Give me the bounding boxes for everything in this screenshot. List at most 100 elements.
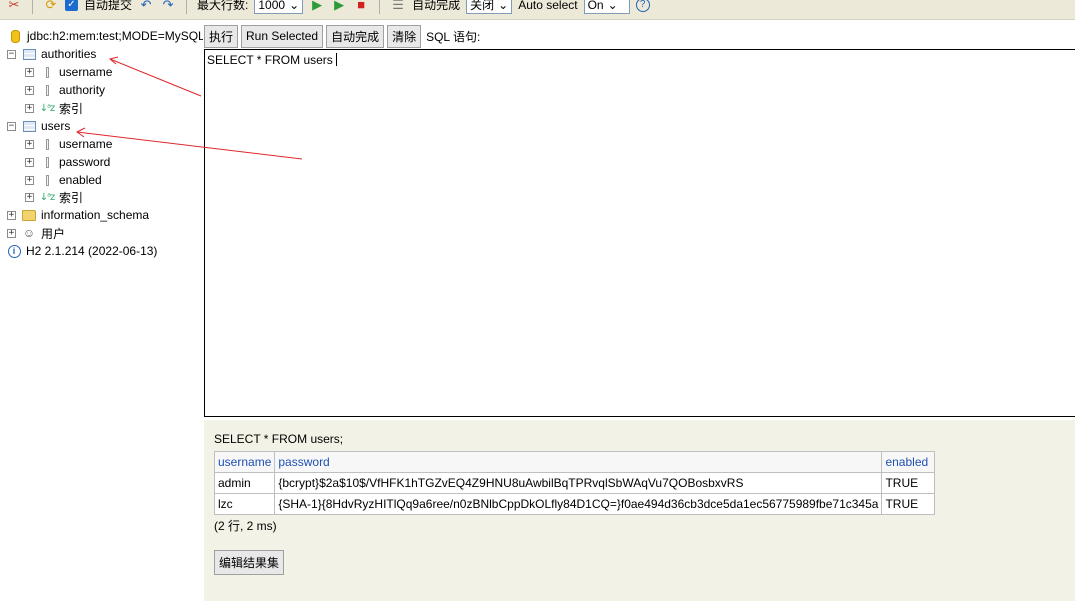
table-name: users	[41, 119, 71, 133]
expand-icon[interactable]: +	[25, 175, 34, 185]
schema-tree: jdbc:h2:mem:test;MODE=MySQL − authoritie…	[0, 20, 203, 601]
text-caret	[335, 53, 337, 66]
refresh-icon[interactable]: ⟳	[43, 0, 59, 13]
collapse-icon[interactable]: −	[7, 49, 16, 59]
column-name: enabled	[59, 173, 102, 187]
run-selected-button[interactable]: Run Selected	[241, 24, 324, 48]
results-panel: SELECT * FROM users; username password e…	[204, 420, 1075, 601]
run-icon[interactable]: ▶	[309, 0, 325, 13]
expand-icon[interactable]: +	[7, 228, 16, 238]
chevron-down-icon: ⌄	[289, 0, 300, 12]
index-label: 索引	[59, 101, 84, 116]
index-label: 索引	[59, 190, 84, 205]
chevron-down-icon: ⌄	[607, 0, 618, 12]
expand-icon[interactable]: +	[25, 67, 34, 77]
column-icon	[40, 173, 54, 187]
expand-icon[interactable]: +	[25, 192, 34, 202]
toolbar: ✂ ⟳ ✓ 自动提交 ↶ ↷ 最大行数: 1000 ⌄ ▶ ▶ ■ ☰ 自动完成 …	[0, 0, 1075, 20]
autocomplete-toolbar-label: 自动完成	[412, 0, 461, 12]
result-table: username password enabled admin {bcrypt}…	[213, 451, 936, 515]
table-cell: TRUE	[881, 493, 936, 515]
column-header[interactable]: password	[274, 451, 883, 473]
chevron-down-icon: ⌄	[498, 0, 509, 12]
tree-column[interactable]: + username	[25, 63, 112, 81]
expand-icon[interactable]: +	[25, 157, 34, 167]
maxrows-select[interactable]: 1000 ⌄	[254, 0, 304, 14]
autocomplete-value: 关闭	[470, 0, 495, 12]
autocommit-label: 自动提交	[84, 0, 133, 12]
table-cell: TRUE	[881, 472, 936, 494]
users-node-label: 用户	[41, 226, 66, 241]
autoselect-select[interactable]: On ⌄	[583, 0, 630, 14]
tree-column[interactable]: + authority	[25, 81, 105, 99]
tree-table-authorities[interactable]: − authorities	[7, 45, 96, 63]
sql-label: SQL 语句:	[426, 29, 481, 44]
schema-name: information_schema	[41, 208, 150, 222]
tree-users-node[interactable]: + ☺ 用户	[7, 224, 65, 242]
index-icon: ↓ᵃz	[39, 191, 56, 203]
table-name: authorities	[41, 47, 97, 61]
tree-column[interactable]: + username	[25, 135, 112, 153]
table-icon	[22, 47, 36, 61]
column-icon	[40, 155, 54, 169]
users-icon: ☺	[22, 226, 36, 240]
expand-icon[interactable]: +	[7, 210, 16, 220]
autocomplete-select[interactable]: 关闭 ⌄	[466, 0, 513, 14]
tree-connection[interactable]: jdbc:h2:mem:test;MODE=MySQL	[8, 27, 203, 45]
maxrows-value: 1000	[258, 0, 286, 12]
column-icon	[40, 65, 54, 79]
column-header[interactable]: enabled	[881, 451, 936, 473]
column-icon	[40, 137, 54, 151]
toolbar-separator	[379, 0, 381, 14]
index-icon: ↓ᵃz	[39, 102, 56, 114]
column-name: authority	[59, 83, 106, 97]
toolbar-separator	[32, 0, 33, 14]
sql-editor[interactable]: SELECT * FROM users	[204, 49, 1075, 417]
rollback-icon[interactable]: ↶	[138, 0, 154, 13]
folder-icon	[22, 208, 36, 222]
history-icon[interactable]: ☰	[390, 0, 406, 13]
column-name: username	[59, 65, 113, 79]
tree-index[interactable]: + ↓ᵃz 索引	[25, 188, 83, 206]
table-header-row: username password enabled	[213, 451, 936, 473]
expand-icon[interactable]: +	[25, 103, 34, 113]
connection-label: jdbc:h2:mem:test;MODE=MySQL	[27, 29, 203, 43]
execute-button[interactable]: 执行	[204, 24, 239, 48]
table-row: lzc {SHA-1}{8HdvRyzHITlQq9a6ree/n0zBNlbC…	[213, 493, 936, 515]
autocommit-checkbox[interactable]: ✓	[65, 0, 78, 11]
collapse-icon[interactable]: −	[7, 121, 16, 131]
table-cell: admin	[213, 472, 276, 494]
query-toolbar: 执行 Run Selected 自动完成 清除 SQL 语句:	[204, 24, 480, 48]
column-name: password	[59, 155, 111, 169]
info-icon: i	[7, 244, 21, 258]
tree-table-users[interactable]: − users	[7, 117, 70, 135]
expand-icon[interactable]: +	[25, 85, 34, 95]
help-icon[interactable]: ?	[635, 0, 650, 12]
autocomplete-button[interactable]: 自动完成	[326, 24, 385, 48]
tree-index[interactable]: + ↓ᵃz 索引	[25, 99, 83, 117]
row-count: (2 行, 2 ms)	[214, 519, 277, 533]
tree-schema[interactable]: + information_schema	[7, 206, 149, 224]
disconnect-icon[interactable]: ✂	[6, 0, 22, 13]
edit-result-button[interactable]: 编辑结果集	[214, 550, 285, 575]
autoselect-label: Auto select	[518, 0, 578, 12]
commit-icon[interactable]: ↷	[160, 0, 176, 13]
table-cell: {bcrypt}$2a$10$/VfHFK1hTGZvEQ4Z9HNU8uAwb…	[274, 472, 883, 494]
stop-icon[interactable]: ■	[353, 0, 369, 13]
table-row: admin {bcrypt}$2a$10$/VfHFK1hTGZvEQ4Z9HN…	[213, 472, 936, 494]
maxrows-label: 最大行数:	[197, 0, 249, 12]
expand-icon[interactable]: +	[25, 139, 34, 149]
table-cell: lzc	[213, 493, 276, 515]
autoselect-value: On	[587, 0, 604, 12]
tree-column[interactable]: + password	[25, 153, 110, 171]
column-header[interactable]: username	[213, 451, 276, 473]
sql-text: SELECT * FROM users	[207, 53, 333, 67]
version-label: H2 2.1.214 (2022-06-13)	[26, 244, 158, 258]
tree-version: i H2 2.1.214 (2022-06-13)	[7, 242, 157, 260]
table-cell: {SHA-1}{8HdvRyzHITlQq9a6ree/n0zBNlbCppDk…	[274, 493, 883, 515]
run-selected-icon[interactable]: ▶	[331, 0, 347, 13]
table-icon	[22, 119, 36, 133]
clear-button[interactable]: 清除	[387, 24, 422, 48]
toolbar-separator	[186, 0, 188, 14]
tree-column[interactable]: + enabled	[25, 171, 102, 189]
